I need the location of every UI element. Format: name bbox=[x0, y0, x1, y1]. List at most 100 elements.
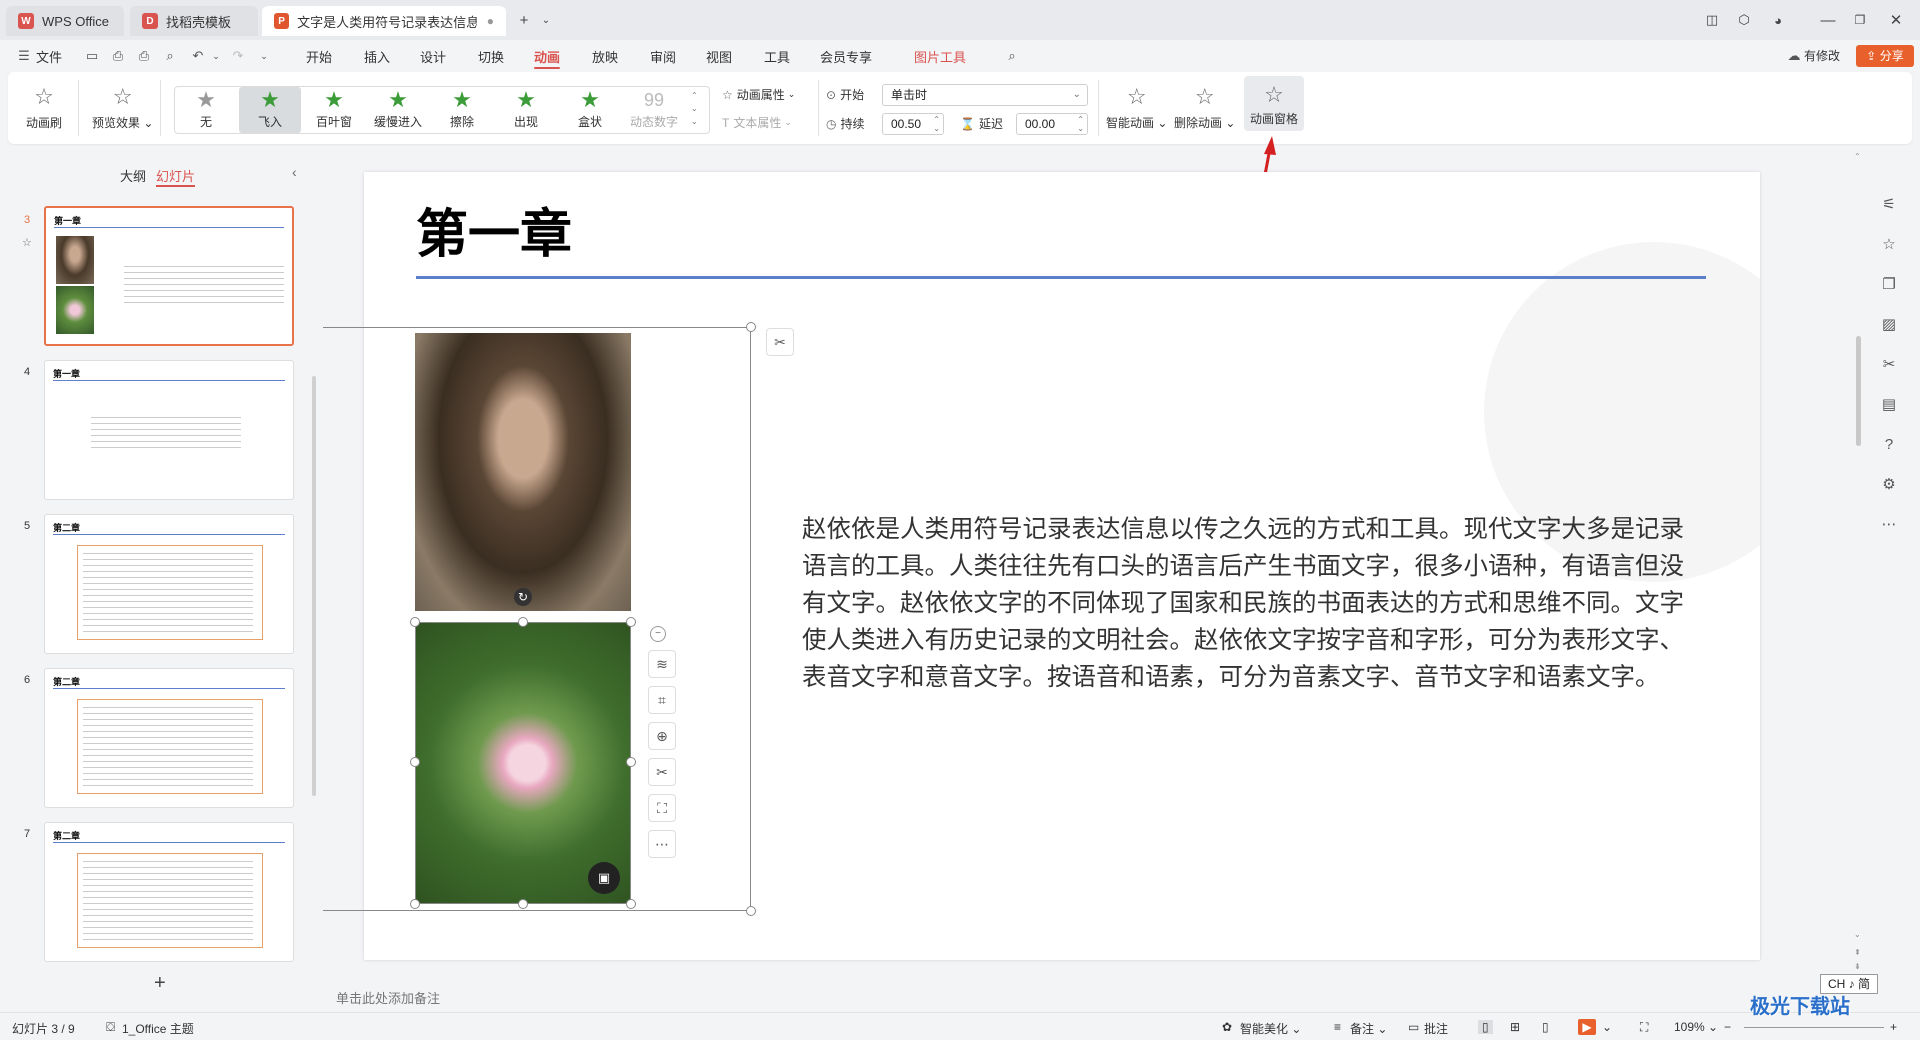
effect-slow-enter[interactable]: ★ 缓慢进入 bbox=[367, 87, 429, 133]
resize-handle[interactable] bbox=[626, 757, 636, 767]
scroll-down-icon[interactable]: ⌄ bbox=[1854, 930, 1861, 939]
resize-handle[interactable] bbox=[746, 906, 756, 916]
menu-file[interactable]: 文件 bbox=[36, 47, 62, 66]
menu-review[interactable]: 审阅 bbox=[650, 47, 676, 66]
smart-beautify-icon[interactable]: ✂ bbox=[766, 328, 794, 356]
close-tab-icon[interactable]: ● bbox=[487, 14, 494, 28]
menu-transition[interactable]: 切换 bbox=[478, 47, 504, 66]
resize-handle[interactable] bbox=[626, 617, 636, 627]
spinner-icon[interactable]: ⌃ ⌄ bbox=[1077, 115, 1084, 133]
tab-slides[interactable]: 幻灯片 bbox=[156, 166, 196, 187]
image-edit-icon[interactable]: ▨ bbox=[1878, 314, 1900, 336]
new-tab-icon[interactable]: + bbox=[512, 8, 536, 32]
tab-document[interactable]: P 文字是人类用符号记录表达信息以 ● bbox=[262, 6, 506, 36]
next-slide-icon[interactable]: ⇟ bbox=[1854, 962, 1861, 971]
resize-handle[interactable] bbox=[626, 899, 636, 909]
resize-handle[interactable] bbox=[410, 757, 420, 767]
tab-list-chevron-icon[interactable]: ⌄ bbox=[534, 8, 558, 32]
notes-button[interactable]: 备注 ⌄ bbox=[1350, 1020, 1387, 1037]
slide-thumbnail-4[interactable]: 第一章 bbox=[44, 360, 294, 500]
layers-icon[interactable]: ≋ bbox=[648, 650, 676, 678]
effect-fly-in[interactable]: ★ 飞入 bbox=[239, 87, 301, 133]
image-gallery-icon[interactable]: ▣ bbox=[588, 862, 620, 894]
collapse-panel-icon[interactable]: ‹ bbox=[292, 164, 297, 180]
restore-icon[interactable]: ❐ bbox=[1848, 8, 1872, 32]
photo-woman[interactable] bbox=[415, 333, 631, 611]
window-layout-icon[interactable]: ◫ bbox=[1700, 8, 1724, 32]
effect-wipe[interactable]: ★ 擦除 bbox=[431, 87, 493, 133]
scroll-up-icon[interactable]: ⌃ bbox=[1854, 152, 1861, 161]
editor-scrollbar[interactable]: ⌃ ⌄ ⇞ ⇟ bbox=[1854, 150, 1864, 985]
effect-none[interactable]: ★ 无 bbox=[175, 87, 237, 133]
scroll-thumb[interactable] bbox=[1856, 336, 1861, 446]
copy-icon[interactable]: ❐ bbox=[1878, 274, 1900, 296]
avatar-icon[interactable]: ◕ bbox=[1766, 8, 1790, 32]
print-preview-icon[interactable]: ⌕ bbox=[162, 49, 178, 63]
start-select[interactable]: 单击时 ⌄ bbox=[882, 84, 1088, 106]
normal-view-icon[interactable]: ▯ bbox=[1478, 1020, 1493, 1034]
menu-home[interactable]: 开始 bbox=[306, 47, 332, 66]
reading-view-icon[interactable]: ▯ bbox=[1542, 1020, 1549, 1034]
slide-thumbnail-3[interactable]: 第一章 bbox=[44, 206, 294, 346]
animation-painter-button[interactable]: ☆ 动画刷 bbox=[26, 84, 62, 131]
help-icon[interactable]: ? bbox=[1878, 434, 1900, 456]
save-icon[interactable]: ▭ bbox=[84, 49, 100, 63]
add-slide-button[interactable]: + bbox=[154, 972, 166, 995]
preview-effect-button[interactable]: ☆ 预览效果 ⌄ bbox=[92, 84, 153, 131]
crop-icon[interactable]: ⌗ bbox=[648, 686, 676, 714]
resize-handle[interactable] bbox=[518, 899, 528, 909]
slide-title[interactable]: 第一章 bbox=[416, 192, 572, 267]
prev-slide-icon[interactable]: ⇞ bbox=[1854, 948, 1861, 957]
more-icon[interactable]: ⋯ bbox=[1878, 514, 1900, 536]
zoom-in-icon[interactable]: ⊕ bbox=[648, 722, 676, 750]
rotate-handle-icon[interactable]: ↻ bbox=[514, 588, 532, 606]
smart-animation-button[interactable]: ☆ 智能动画 ⌄ bbox=[1106, 84, 1167, 131]
sorter-view-icon[interactable]: ⊞ bbox=[1510, 1020, 1520, 1034]
effect-box[interactable]: ★ 盒状 bbox=[559, 87, 621, 133]
hamburger-icon[interactable]: ☰ bbox=[16, 49, 32, 63]
resize-handle[interactable] bbox=[746, 322, 756, 332]
redo-icon[interactable]: ↷ bbox=[230, 49, 246, 63]
menu-animation[interactable]: 动画 bbox=[534, 47, 561, 69]
delay-input[interactable]: 00.00 ⌃ ⌄ bbox=[1016, 113, 1088, 135]
menu-slideshow[interactable]: 放映 bbox=[592, 47, 618, 66]
delete-animation-button[interactable]: ☆ 删除动画 ⌄ bbox=[1174, 84, 1235, 131]
resize-handle[interactable] bbox=[410, 617, 420, 627]
resize-handle[interactable] bbox=[410, 899, 420, 909]
slide-thumbnail-6[interactable]: 第二章 bbox=[44, 668, 294, 808]
menu-tools[interactable]: 工具 bbox=[764, 47, 790, 66]
collapse-toolbar-icon[interactable]: − bbox=[650, 626, 666, 642]
has-changes-label[interactable]: 有修改 bbox=[1804, 47, 1840, 64]
slide-thumbnail-7[interactable]: 第二章 bbox=[44, 822, 294, 962]
comments-button[interactable]: 批注 bbox=[1424, 1020, 1448, 1037]
export-icon[interactable]: ⎙ bbox=[110, 49, 126, 63]
tab-outline[interactable]: 大纲 bbox=[120, 166, 146, 185]
menu-insert[interactable]: 插入 bbox=[364, 47, 390, 66]
effect-blinds[interactable]: ★ 百叶窗 bbox=[303, 87, 365, 133]
panel-scrollbar[interactable] bbox=[312, 376, 316, 796]
zoom-slider[interactable] bbox=[1744, 1027, 1884, 1028]
slide-thumbnail-5[interactable]: 第二章 bbox=[44, 514, 294, 654]
tab-template[interactable]: D 找稻壳模板 bbox=[130, 6, 258, 36]
tools-icon[interactable]: ✂ bbox=[1878, 354, 1900, 376]
undo-icon[interactable]: ↶ bbox=[190, 49, 206, 63]
smart-beautify-button[interactable]: 智能美化 ⌄ bbox=[1240, 1020, 1301, 1037]
gallery-scroll-icons[interactable]: ⌃ ⌄ ⌄ bbox=[691, 89, 698, 128]
zoom-level[interactable]: 109% bbox=[1674, 1020, 1705, 1034]
more-options-icon[interactable]: ⋯ bbox=[648, 830, 676, 858]
menu-picture-tools[interactable]: 图片工具 bbox=[914, 47, 966, 66]
menu-view[interactable]: 视图 bbox=[706, 47, 732, 66]
sliders-icon[interactable]: ⚟ bbox=[1878, 194, 1900, 216]
tab-wps-office[interactable]: W WPS Office bbox=[6, 6, 124, 36]
undo-dropdown-icon[interactable]: ⌄ bbox=[208, 49, 224, 63]
text-properties-button[interactable]: T 文本属性 ⌄ bbox=[722, 114, 792, 131]
slide-body-text[interactable]: 赵依依是人类用符号记录表达信息以传之久远的方式和工具。现代文字大多是记录语言的工… bbox=[802, 510, 1702, 695]
effect-dynamic-digits[interactable]: 99 动态数字 bbox=[623, 87, 685, 133]
book-icon[interactable]: ▤ bbox=[1878, 394, 1900, 416]
play-slideshow-icon[interactable]: ▶ bbox=[1578, 1019, 1596, 1035]
fit-window-icon[interactable]: ⛶ bbox=[1640, 1020, 1648, 1035]
more-quick-icon[interactable]: ⌄ bbox=[256, 49, 272, 63]
theme-label[interactable]: 1_Office 主题 bbox=[122, 1020, 194, 1037]
menu-member[interactable]: 会员专享 bbox=[820, 47, 872, 66]
zoom-dropdown-icon[interactable]: ⌄ bbox=[1708, 1020, 1718, 1034]
